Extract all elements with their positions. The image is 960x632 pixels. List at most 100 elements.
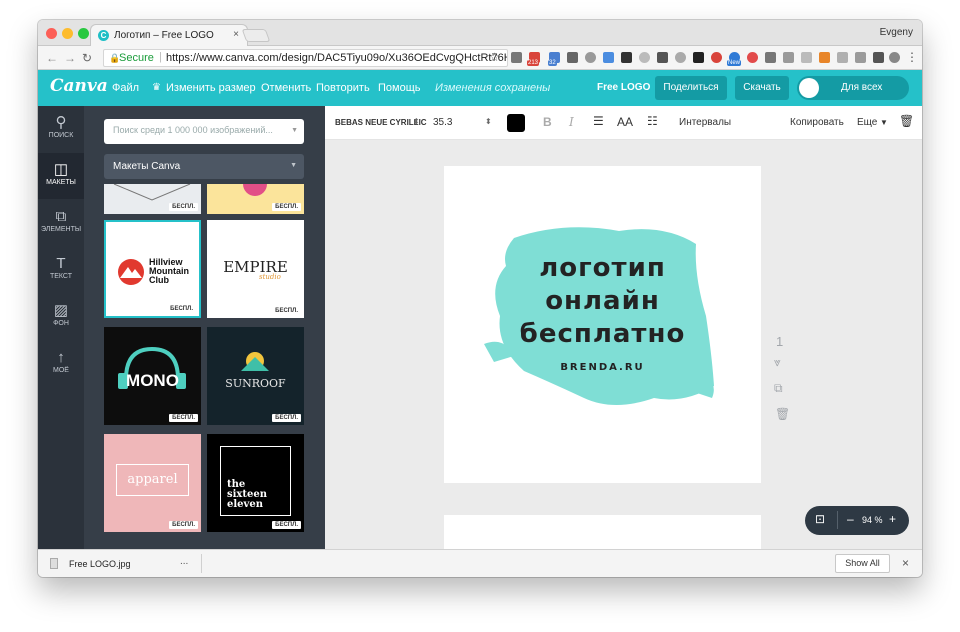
download-options-icon[interactable]: ... xyxy=(180,556,188,567)
forward-icon[interactable]: → xyxy=(64,51,76,65)
tab-close-icon[interactable]: × xyxy=(233,29,239,40)
template-title: EMPIRE xyxy=(223,258,288,276)
italic-button[interactable]: I xyxy=(569,115,574,129)
download-bar: Free LOGO.jpg ... Show All × xyxy=(38,549,922,577)
canva-logo[interactable]: Canva xyxy=(50,76,108,96)
back-icon[interactable]: ← xyxy=(46,51,58,65)
template-thumb-mono[interactable]: MONO БЕСПЛ. xyxy=(104,327,201,425)
template-thumb-apparel[interactable]: apparel БЕСПЛ. xyxy=(104,434,201,532)
extension-icon[interactable] xyxy=(819,52,830,63)
extension-icon[interactable] xyxy=(639,52,650,63)
copy-button[interactable]: Копировать xyxy=(790,117,844,128)
close-window-icon[interactable] xyxy=(46,28,57,39)
url-input[interactable]: 🔒 Secure | https://www.canva.com/design/… xyxy=(103,49,508,67)
present-icon[interactable]: ⊡ xyxy=(815,512,825,526)
free-badge: БЕСПЛ. xyxy=(169,521,198,529)
profile-name[interactable]: Evgeny xyxy=(880,27,913,38)
design-canvas[interactable]: логотип онлайн бесплатно BRENDA.RU 1 ⩔ ⧉… xyxy=(325,140,922,549)
template-thumb-sixteen-eleven[interactable]: the sixteen eleven БЕСПЛ. xyxy=(207,434,304,532)
logo-subtitle[interactable]: BRENDA.RU xyxy=(444,362,761,373)
free-badge: БЕСПЛ. xyxy=(272,521,301,529)
page-number: 1 xyxy=(776,334,784,349)
close-download-bar-icon[interactable]: × xyxy=(902,556,909,570)
image-search-input[interactable]: Поиск среди 1 000 000 изображений... ▼ xyxy=(104,119,304,144)
extension-icon[interactable] xyxy=(693,52,704,63)
extension-icon[interactable] xyxy=(855,52,866,63)
design-page-2[interactable] xyxy=(444,515,761,549)
template-thumb[interactable]: БЕСПЛ. xyxy=(207,184,304,214)
maximize-window-icon[interactable] xyxy=(78,28,89,39)
free-badge: БЕСПЛ. xyxy=(272,203,301,211)
extension-icon[interactable] xyxy=(889,52,900,63)
browser-tab[interactable]: C Логотип – Free LOGO × xyxy=(90,24,248,46)
size-stepper-icon[interactable]: ⬍ xyxy=(485,117,492,126)
font-stepper-icon[interactable]: ⬍ xyxy=(413,117,420,126)
extension-icon[interactable] xyxy=(837,52,848,63)
template-thumb-empire[interactable]: EMPIRE studio БЕСПЛ. xyxy=(207,220,304,318)
rail-label: ПОИСК xyxy=(48,132,74,139)
align-left-icon[interactable]: ☰ xyxy=(593,114,604,128)
menu-file[interactable]: Файл xyxy=(112,82,139,94)
template-thumb-hillview[interactable]: Hillview Mountain Club БЕСПЛ. xyxy=(104,220,201,318)
chevron-down-icon[interactable]: ▼ xyxy=(291,127,298,134)
trash-icon[interactable]: 🗑 xyxy=(899,114,914,128)
chevron-down-icon: ▼ xyxy=(290,162,297,169)
delete-page-icon[interactable]: 🗑 xyxy=(775,407,790,421)
browser-menu-icon[interactable]: ⋮ xyxy=(906,50,918,64)
extension-icon[interactable] xyxy=(621,52,632,63)
visibility-toggle[interactable]: Для всех xyxy=(797,76,909,100)
extension-icon[interactable] xyxy=(747,52,758,63)
logo-line-1[interactable]: логотип xyxy=(444,253,761,283)
rail-item-background[interactable]: ▨ ФОН xyxy=(38,294,84,340)
new-tab-button[interactable] xyxy=(241,29,271,42)
rail-item-elements[interactable]: ⧉ ЭЛЕМЕНТЫ xyxy=(38,200,84,246)
extension-icon[interactable] xyxy=(783,52,794,63)
extension-icon[interactable] xyxy=(585,52,596,63)
show-all-button[interactable]: Show All xyxy=(835,554,890,573)
logo-line-3[interactable]: бесплатно xyxy=(444,319,761,349)
download-button[interactable]: Скачать xyxy=(735,76,789,100)
share-button[interactable]: Поделиться xyxy=(655,76,727,100)
template-thumb-sunroof[interactable]: SUNROOF БЕСПЛ. xyxy=(207,327,304,425)
more-button[interactable]: Еще xyxy=(857,117,877,128)
template-thumb[interactable]: БЕСПЛ. xyxy=(104,184,201,214)
bookmark-star-icon[interactable]: ☆ xyxy=(489,50,500,64)
minimize-window-icon[interactable] xyxy=(62,28,73,39)
duplicate-page-icon[interactable]: ⧉ xyxy=(774,381,783,396)
secure-label: Secure xyxy=(119,52,154,64)
extension-icon[interactable] xyxy=(873,52,884,63)
extension-icon[interactable] xyxy=(511,52,522,63)
rail-item-layouts[interactable]: ◫ МАКЕТЫ xyxy=(38,153,84,199)
extension-icon[interactable] xyxy=(567,52,578,63)
menu-redo[interactable]: Повторить xyxy=(316,82,370,94)
extension-icon[interactable] xyxy=(711,52,722,63)
design-page[interactable]: логотип онлайн бесплатно BRENDA.RU xyxy=(444,166,761,483)
design-title[interactable]: Free LOGO xyxy=(597,82,650,93)
extension-icon[interactable] xyxy=(675,52,686,63)
reload-icon[interactable]: ↻ xyxy=(82,51,92,65)
zoom-in-button[interactable]: + xyxy=(889,512,896,526)
rail-item-uploads[interactable]: ↑ МОЁ xyxy=(38,341,84,387)
extension-icon[interactable] xyxy=(603,52,614,63)
rail-item-search[interactable]: ⚲ ПОИСК xyxy=(38,106,84,152)
spacing-button[interactable]: Интервалы xyxy=(679,117,731,128)
extension-icon[interactable] xyxy=(801,52,812,63)
text-color-swatch[interactable] xyxy=(507,114,525,132)
list-icon[interactable]: ☷ xyxy=(647,114,658,128)
zoom-out-button[interactable]: – xyxy=(847,512,854,526)
font-size-input[interactable]: 35.3 xyxy=(433,117,452,128)
move-page-icon[interactable]: ⩔ xyxy=(774,355,781,370)
menu-help[interactable]: Помощь xyxy=(378,82,421,94)
chevron-down-icon: ▼ xyxy=(880,118,888,127)
extension-icon[interactable] xyxy=(765,52,776,63)
bold-button[interactable]: B xyxy=(543,115,552,129)
logo-line-2[interactable]: онлайн xyxy=(444,286,761,316)
rail-item-text[interactable]: T ТЕКСТ xyxy=(38,247,84,293)
uppercase-button[interactable]: AA xyxy=(617,115,633,129)
menu-resize[interactable]: Изменить размер xyxy=(166,82,256,94)
menu-undo[interactable]: Отменить xyxy=(261,82,311,94)
category-select[interactable]: Макеты Canva ▼ xyxy=(104,154,304,179)
canva-header: Canva Файл ♛ Изменить размер Отменить По… xyxy=(38,70,922,106)
download-file-name[interactable]: Free LOGO.jpg xyxy=(69,559,131,569)
eyedropper-icon[interactable] xyxy=(657,52,668,63)
